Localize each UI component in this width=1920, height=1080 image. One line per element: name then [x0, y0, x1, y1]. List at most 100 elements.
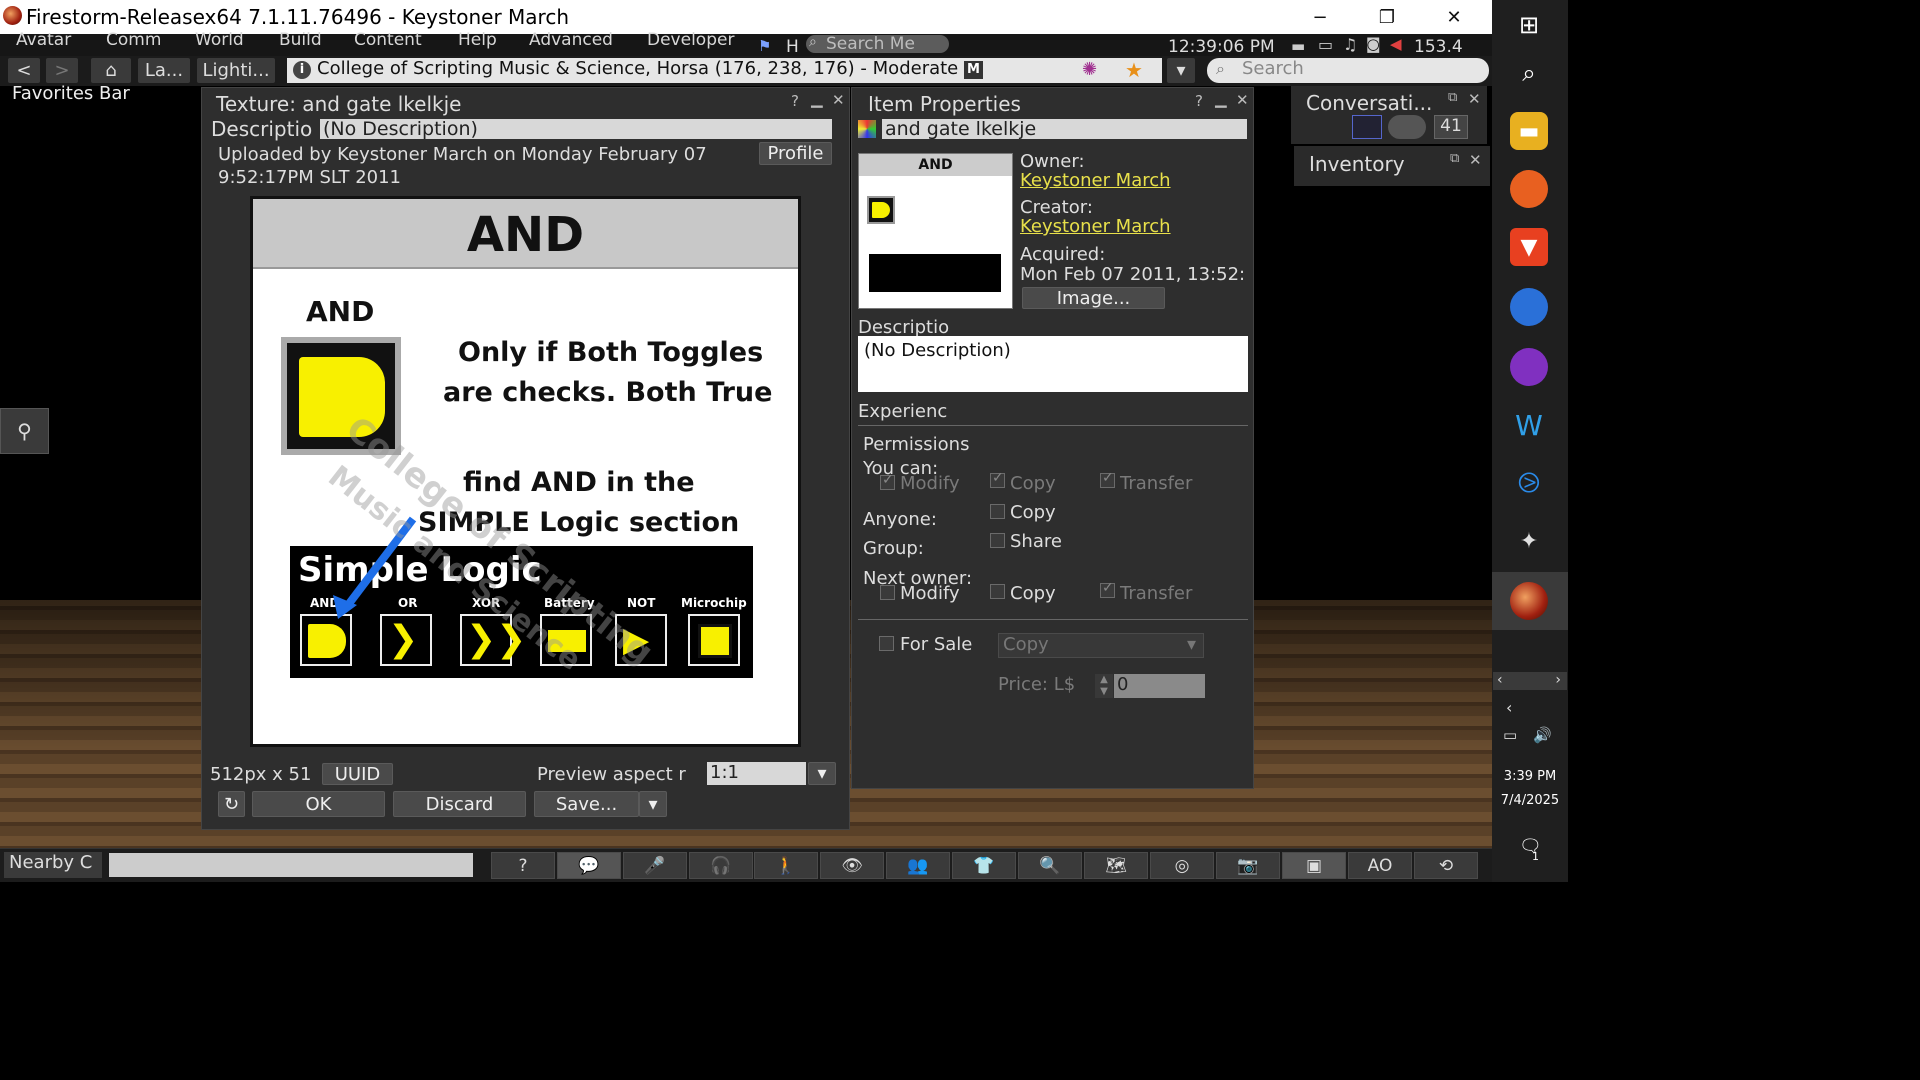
linden-balance[interactable]: 153.4	[1414, 37, 1463, 57]
menu-build[interactable]: Build	[279, 30, 322, 50]
uuid-button[interactable]: UUID	[322, 763, 393, 785]
view-toolbar-icon[interactable]: 👁	[820, 852, 884, 879]
home-button[interactable]: ⌂	[91, 58, 131, 83]
creator-link[interactable]: Keystoner March	[1020, 216, 1171, 237]
menu-comm[interactable]: Comm	[106, 30, 161, 50]
people-toolbar-icon[interactable]: 👥	[886, 852, 950, 879]
menu-help[interactable]: Help	[458, 30, 497, 50]
back-button[interactable]: <	[8, 58, 40, 83]
file-explorer-icon[interactable]: ▬	[1510, 112, 1548, 150]
save-dropdown-button[interactable]: ▾	[639, 791, 667, 817]
anyone-copy-checkbox[interactable]	[990, 504, 1005, 519]
camera-icon[interactable]: ▬	[1291, 37, 1305, 55]
media-icon[interactable]: ◙	[1366, 35, 1381, 53]
brave-icon[interactable]: ▼	[1510, 228, 1548, 266]
close-floater-button[interactable]: ✕	[1236, 91, 1249, 109]
search-toolbar-icon[interactable]: 🔍	[1018, 852, 1082, 879]
map-toolbar-icon[interactable]: 🗺	[1084, 852, 1148, 879]
close-button[interactable]: ✕	[1421, 0, 1487, 34]
chat-bubble-icon[interactable]	[1388, 115, 1426, 139]
music-icon[interactable]: ♫	[1343, 35, 1357, 54]
radar-toolbar-icon[interactable]: ◎	[1150, 852, 1214, 879]
speaker-icon[interactable]: 🔊	[1533, 726, 1552, 744]
windsurf-icon[interactable]: W	[1510, 406, 1548, 444]
network-icon[interactable]: ▭	[1503, 726, 1517, 744]
discard-button[interactable]: Discard	[393, 791, 526, 817]
menu-content[interactable]: Content	[354, 30, 422, 50]
inventory-toolbar-icon[interactable]: ▣	[1282, 852, 1346, 879]
firestorm-taskbar-icon[interactable]	[1510, 582, 1548, 620]
chat-toolbar-icon[interactable]: 💬	[557, 852, 621, 879]
monitor-icon[interactable]: ▭	[1318, 35, 1333, 54]
lighting-button[interactable]: Lighti...	[197, 58, 275, 83]
info-icon[interactable]: i	[293, 61, 311, 79]
voice-toolbar-icon[interactable]: 🎤	[623, 852, 687, 879]
firefox-icon[interactable]	[1510, 170, 1548, 208]
help-button[interactable]: ?	[1195, 92, 1203, 110]
menu-advanced[interactable]: Advanced	[529, 30, 613, 50]
conversation-thumbnail[interactable]	[1352, 115, 1382, 139]
profile-button[interactable]: Profile	[759, 142, 832, 165]
ao-toolbar-button[interactable]: AO	[1348, 852, 1412, 879]
volume-muted-icon[interactable]: ◀	[1390, 35, 1402, 53]
windows-start-icon[interactable]: ⊞	[1510, 6, 1548, 44]
headphones-toolbar-icon[interactable]: 🎧	[689, 852, 753, 879]
owner-link[interactable]: Keystoner March	[1020, 170, 1171, 191]
search-icon[interactable]: ⌕	[1510, 54, 1548, 92]
next-modify-checkbox[interactable]	[880, 585, 895, 600]
help-toolbar-icon[interactable]: ?	[491, 852, 555, 879]
taskbar-time[interactable]: 3:39 PM	[1492, 769, 1568, 784]
mask-browser-icon[interactable]	[1510, 348, 1548, 386]
vscode-icon[interactable]: ⧁	[1510, 464, 1548, 502]
chevron-left-icon[interactable]: ‹	[1506, 698, 1512, 717]
menu-developer[interactable]: Developer	[647, 30, 734, 50]
appearance-toolbar-icon[interactable]: 👕	[952, 852, 1016, 879]
menu-avatar[interactable]: Avatar	[16, 30, 71, 50]
aspect-ratio-combo[interactable]: 1:1	[707, 762, 806, 785]
save-button[interactable]: Save...	[534, 791, 639, 817]
undock-icon[interactable]: ⧉	[1450, 151, 1459, 166]
sync-toolbar-icon[interactable]: ⟲	[1414, 852, 1478, 879]
location-pin-icon[interactable]: ⚲	[0, 408, 49, 454]
description-field[interactable]: (No Description)	[320, 119, 832, 139]
close-icon[interactable]: ✕	[1469, 151, 1482, 169]
image-button[interactable]: Image...	[1022, 287, 1165, 309]
aspect-dropdown-button[interactable]: ▾	[808, 762, 836, 785]
snapshot-toolbar-icon[interactable]: 📷	[1216, 852, 1280, 879]
bandwidth-icon[interactable]: ⚑	[758, 37, 771, 55]
help-button[interactable]: ?	[791, 92, 799, 110]
ok-button[interactable]: OK	[252, 791, 385, 817]
close-floater-button[interactable]: ✕	[832, 91, 845, 109]
item-name-field[interactable]: and gate lkelkje	[882, 119, 1247, 139]
undock-icon[interactable]: ⧉	[1448, 90, 1457, 105]
landmarks-button[interactable]: La...	[138, 58, 190, 83]
menu-world[interactable]: World	[195, 30, 244, 50]
script-icon[interactable]: ✺	[1082, 59, 1097, 80]
firefox-dev-icon[interactable]	[1510, 288, 1548, 326]
tray-scrollbar[interactable]: ‹ ›	[1493, 672, 1567, 690]
viewer-app-icon[interactable]: ✦	[1510, 522, 1548, 560]
for-sale-checkbox[interactable]	[879, 636, 894, 651]
item-thumbnail[interactable]: AND	[858, 153, 1013, 309]
conversation-count[interactable]: 41	[1434, 115, 1468, 139]
favorites-bar[interactable]: Favorites Bar	[12, 83, 130, 104]
minimize-button[interactable]: −	[1287, 0, 1353, 34]
menu-search-field[interactable]: ⌕ Search Me	[806, 34, 949, 54]
nearby-chat-button[interactable]: Nearby C	[4, 852, 102, 878]
forward-button[interactable]: >	[46, 58, 78, 83]
favorite-star-icon[interactable]: ★	[1125, 58, 1143, 82]
maximize-button[interactable]: ❐	[1354, 0, 1420, 34]
location-field[interactable]: i College of Scripting Music & Science, …	[287, 58, 1162, 83]
close-icon[interactable]: ✕	[1468, 90, 1481, 108]
location-dropdown[interactable]: ▾	[1167, 58, 1195, 83]
minimize-floater-button[interactable]: ▁	[811, 90, 823, 108]
walk-toolbar-icon[interactable]: 🚶	[754, 852, 818, 879]
group-share-checkbox[interactable]	[990, 533, 1005, 548]
next-copy-checkbox[interactable]	[990, 584, 1005, 599]
minimize-floater-button[interactable]: ▁	[1215, 90, 1227, 108]
refresh-button[interactable]: ↻	[218, 791, 245, 817]
chat-input[interactable]	[109, 853, 473, 877]
item-description-field[interactable]: (No Description)	[858, 336, 1248, 392]
taskbar-date[interactable]: 7/4/2025	[1492, 793, 1568, 808]
search-field[interactable]: ⌕ Search	[1207, 58, 1489, 83]
